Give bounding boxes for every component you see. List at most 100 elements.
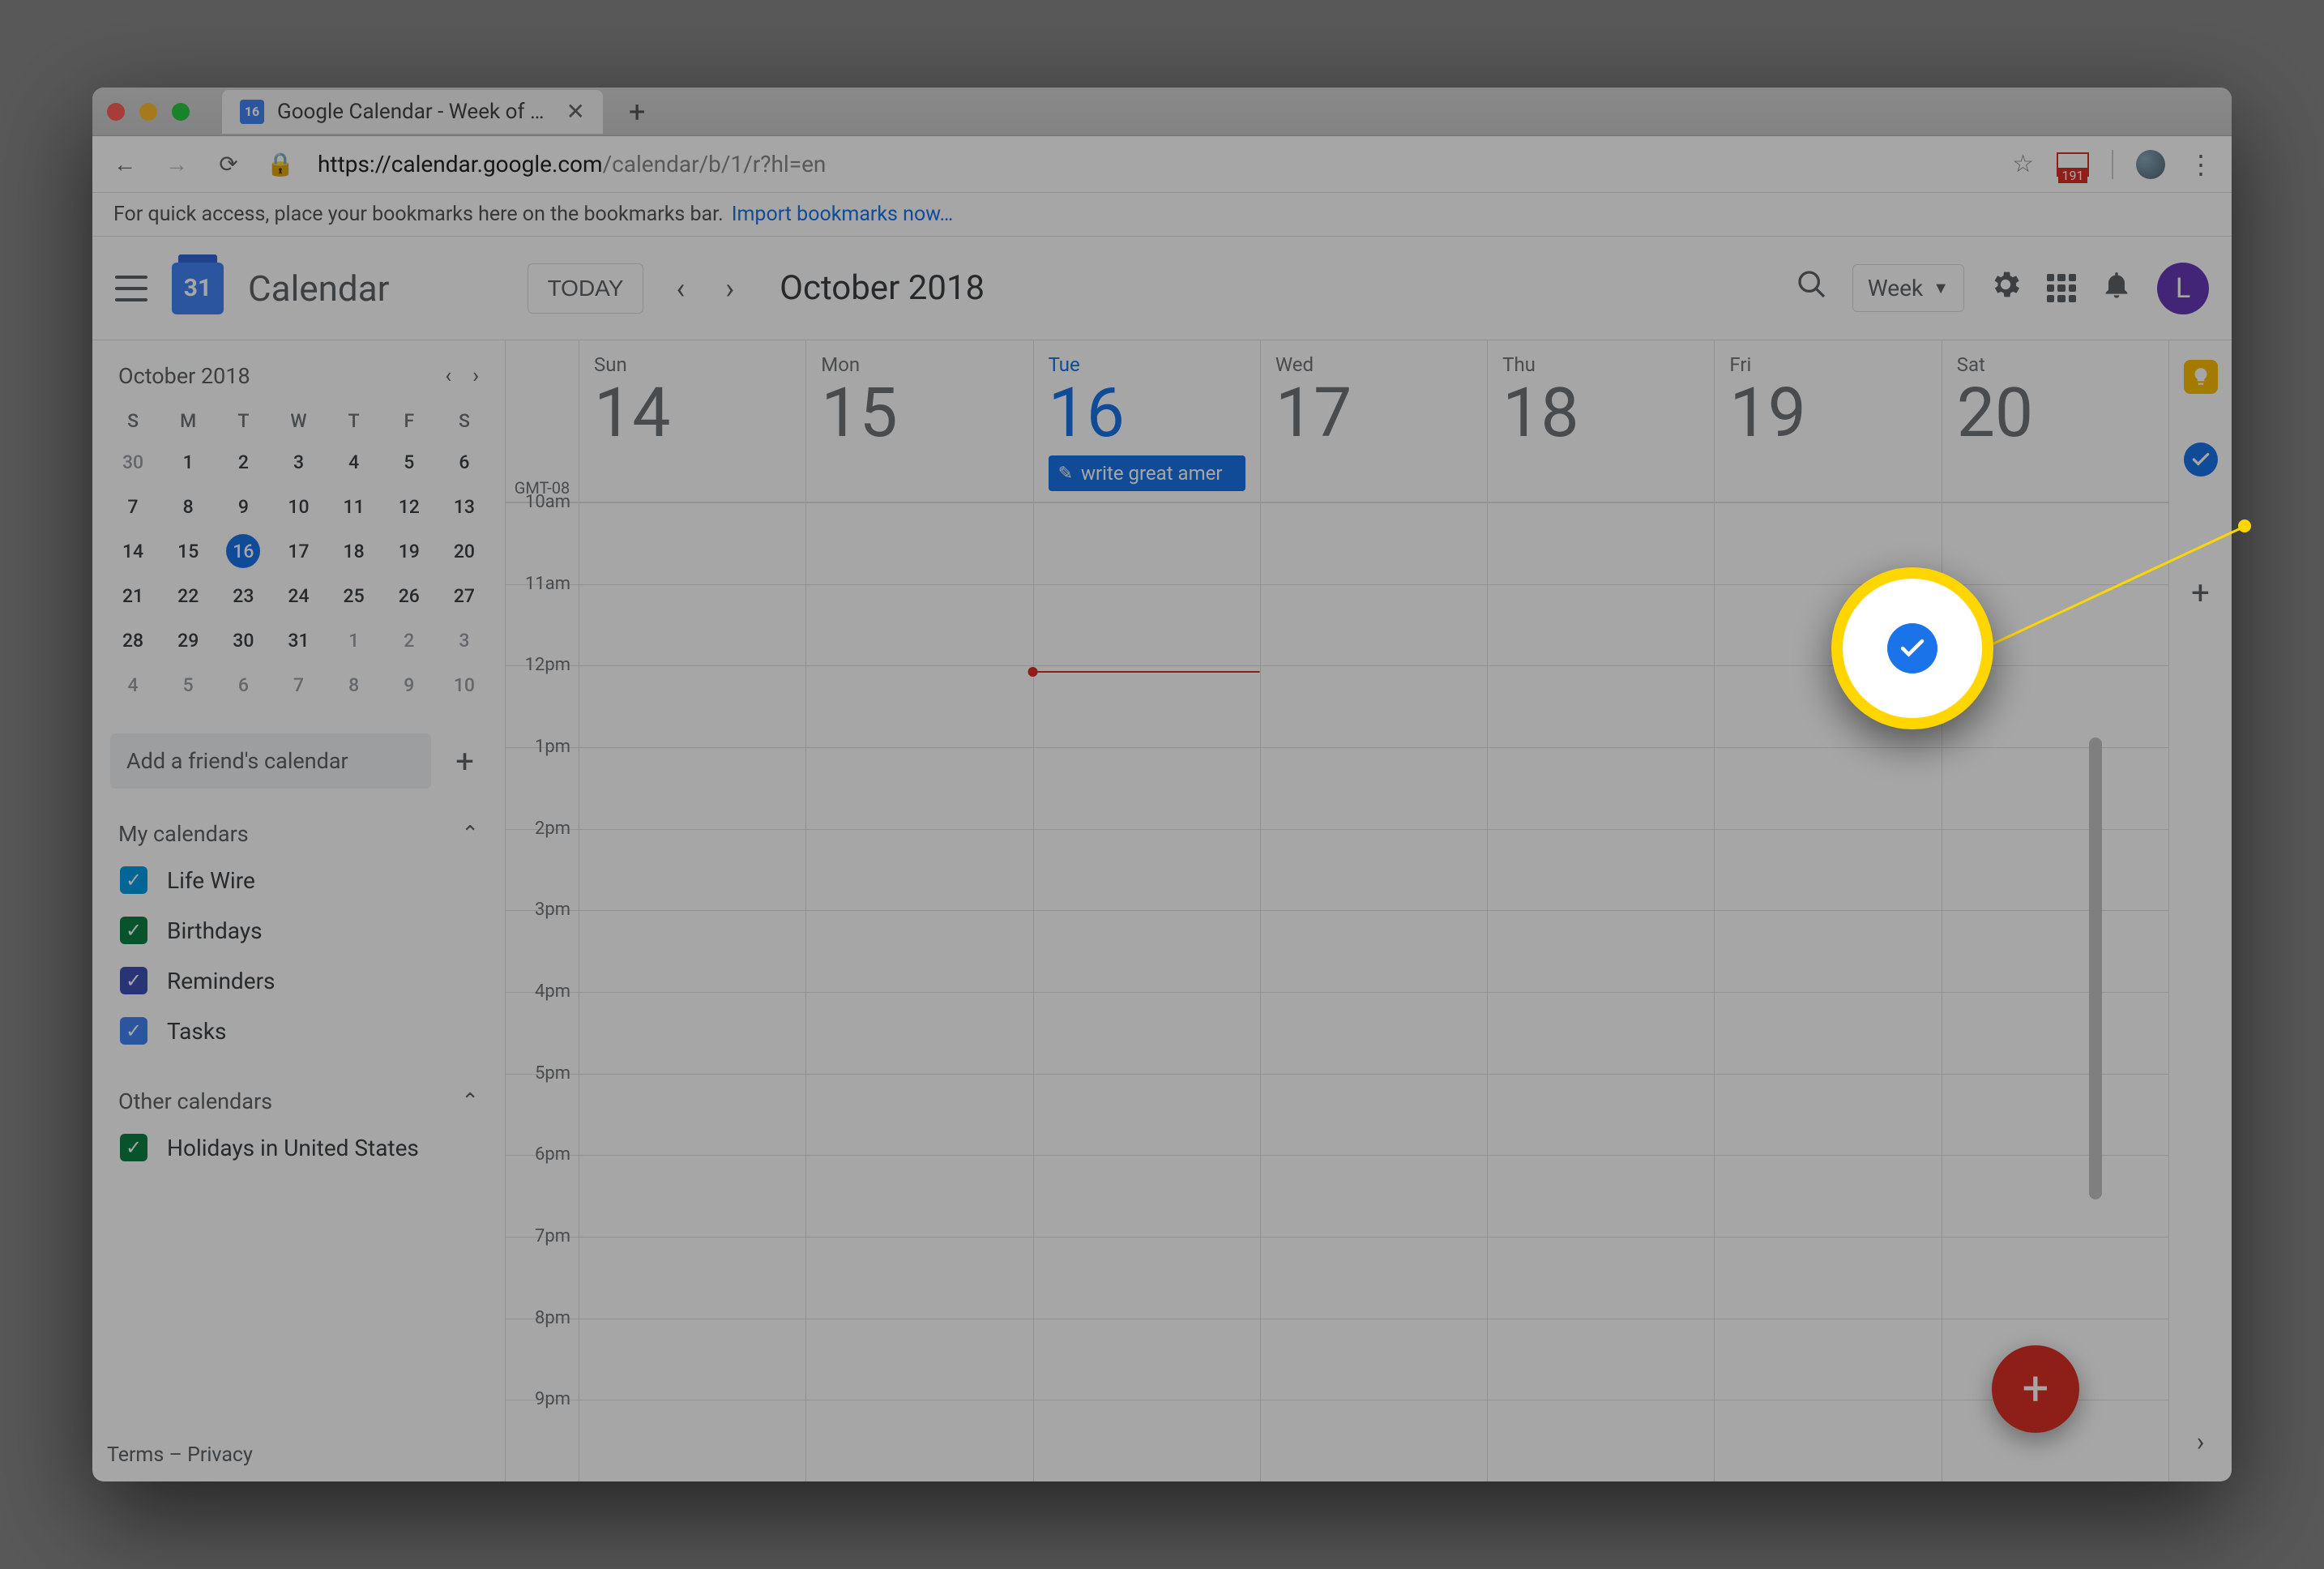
tasks-icon[interactable] [2184, 442, 2218, 477]
import-bookmarks-link[interactable]: Import bookmarks now… [732, 203, 954, 226]
day-header-cell[interactable]: Sun14 [579, 340, 805, 504]
hour-cell[interactable] [1261, 1237, 1487, 1315]
create-event-fab[interactable]: + [1992, 1345, 2079, 1433]
hour-cell[interactable] [1261, 829, 1487, 907]
hour-cell[interactable] [579, 992, 805, 1070]
calendar-checkbox[interactable]: ✓ [120, 967, 147, 994]
hour-cell[interactable] [1034, 665, 1260, 743]
expand-side-panel-icon[interactable]: › [2197, 1426, 2205, 1457]
window-close-dot[interactable] [107, 103, 125, 121]
calendar-list-item[interactable]: ✓Life Wire [105, 855, 492, 905]
hour-cell[interactable] [1034, 1074, 1260, 1152]
day-header-cell[interactable]: Thu18 [1487, 340, 1714, 504]
view-selector[interactable]: Week ▼ [1852, 264, 1964, 312]
mini-day-cell[interactable]: 2 [382, 620, 437, 661]
mini-day-cell[interactable]: 20 [437, 531, 492, 572]
hour-cell[interactable] [806, 1237, 1032, 1315]
mini-day-cell[interactable]: 27 [437, 575, 492, 617]
notifications-bell-icon[interactable] [2100, 268, 2133, 309]
hour-cell[interactable] [1715, 747, 1941, 825]
mini-day-cell[interactable]: 16 [226, 534, 260, 568]
new-tab-button[interactable]: + [629, 95, 645, 129]
mini-day-cell[interactable]: 25 [327, 575, 382, 617]
hour-cell[interactable] [1261, 910, 1487, 988]
mini-day-cell[interactable]: 6 [216, 665, 271, 706]
calendar-checkbox[interactable]: ✓ [120, 1134, 147, 1161]
calendar-checkbox[interactable]: ✓ [120, 866, 147, 894]
url-text[interactable]: https://calendar.google.com/calendar/b/1… [318, 151, 826, 177]
browser-menu-icon[interactable]: ⋮ [2188, 149, 2214, 180]
bookmark-star-icon[interactable]: ☆ [2012, 150, 2034, 178]
hour-cell[interactable] [579, 584, 805, 662]
mini-prev-icon[interactable]: ‹ [445, 364, 451, 388]
calendar-checkbox[interactable]: ✓ [120, 917, 147, 944]
hour-cell[interactable] [1715, 502, 1941, 580]
hour-cell[interactable] [1942, 1237, 2168, 1315]
mini-day-cell[interactable]: 31 [271, 620, 326, 661]
hour-cell[interactable] [806, 910, 1032, 988]
mini-day-cell[interactable]: 1 [160, 442, 216, 483]
day-header-cell[interactable]: Wed17 [1260, 340, 1487, 504]
add-friend-input[interactable]: Add a friend's calendar [110, 733, 431, 789]
today-button[interactable]: TODAY [528, 263, 644, 314]
hour-cell[interactable] [1261, 502, 1487, 580]
mini-day-cell[interactable]: 22 [160, 575, 216, 617]
hour-cell[interactable] [579, 747, 805, 825]
hour-cell[interactable] [1488, 1319, 1714, 1396]
hour-cell[interactable] [1034, 747, 1260, 825]
hour-cell[interactable] [579, 1319, 805, 1396]
hour-cell[interactable] [1488, 910, 1714, 988]
hour-cell[interactable] [806, 1319, 1032, 1396]
mini-day-cell[interactable]: 3 [437, 620, 492, 661]
privacy-link[interactable]: Privacy [187, 1443, 253, 1467]
mini-day-cell[interactable]: 30 [105, 442, 160, 483]
hour-cell[interactable] [1942, 829, 2168, 907]
hour-cell[interactable] [806, 665, 1032, 743]
mini-day-cell[interactable]: 13 [437, 486, 492, 528]
hour-cell[interactable] [1715, 584, 1941, 662]
mini-day-cell[interactable]: 7 [271, 665, 326, 706]
hour-cell[interactable] [1942, 992, 2168, 1070]
hour-cell[interactable] [1488, 1237, 1714, 1315]
calendar-list-item[interactable]: ✓Birthdays [105, 905, 492, 956]
mini-day-cell[interactable]: 9 [216, 486, 271, 528]
prev-period-icon[interactable]: ‹ [668, 271, 693, 306]
account-avatar[interactable]: L [2157, 263, 2209, 314]
hour-cell[interactable] [806, 584, 1032, 662]
hour-cell[interactable] [1034, 829, 1260, 907]
keep-icon[interactable] [2184, 360, 2218, 394]
hour-cell[interactable] [1488, 992, 1714, 1070]
day-header-cell[interactable]: Sat20 [1942, 340, 2168, 504]
hour-cell[interactable] [1715, 910, 1941, 988]
hour-cell[interactable] [1034, 502, 1260, 580]
hour-cell[interactable] [1034, 1155, 1260, 1233]
mini-day-cell[interactable]: 1 [327, 620, 382, 661]
profile-avatar-icon[interactable] [2136, 150, 2165, 179]
other-calendars-header[interactable]: Other calendars ⌃ [105, 1080, 492, 1122]
mini-day-cell[interactable]: 4 [105, 665, 160, 706]
hour-cell[interactable] [1942, 665, 2168, 743]
mini-day-cell[interactable]: 30 [216, 620, 271, 661]
hour-cell[interactable] [579, 910, 805, 988]
hour-cell[interactable] [806, 747, 1032, 825]
settings-gear-icon[interactable] [1989, 267, 2023, 310]
day-header-cell[interactable]: Fri19 [1714, 340, 1941, 504]
window-minimize-dot[interactable] [139, 103, 157, 121]
mini-day-cell[interactable]: 5 [160, 665, 216, 706]
hour-cell[interactable] [1942, 1155, 2168, 1233]
hour-cell[interactable] [1488, 747, 1714, 825]
hour-cell[interactable] [1488, 584, 1714, 662]
mini-day-cell[interactable]: 21 [105, 575, 160, 617]
hour-cell[interactable] [1942, 910, 2168, 988]
mini-day-cell[interactable]: 7 [105, 486, 160, 528]
hour-cell[interactable] [1715, 1237, 1941, 1315]
mini-day-cell[interactable]: 24 [271, 575, 326, 617]
day-header-cell[interactable]: Mon15 [805, 340, 1032, 504]
hour-cell[interactable] [1261, 584, 1487, 662]
secure-lock-icon[interactable]: 🔒 [266, 151, 295, 177]
mini-day-cell[interactable]: 9 [382, 665, 437, 706]
vertical-scrollbar[interactable] [2089, 737, 2102, 1199]
hour-cell[interactable] [1261, 1400, 1487, 1477]
hour-cell[interactable] [806, 502, 1032, 580]
hour-cell[interactable] [1034, 584, 1260, 662]
